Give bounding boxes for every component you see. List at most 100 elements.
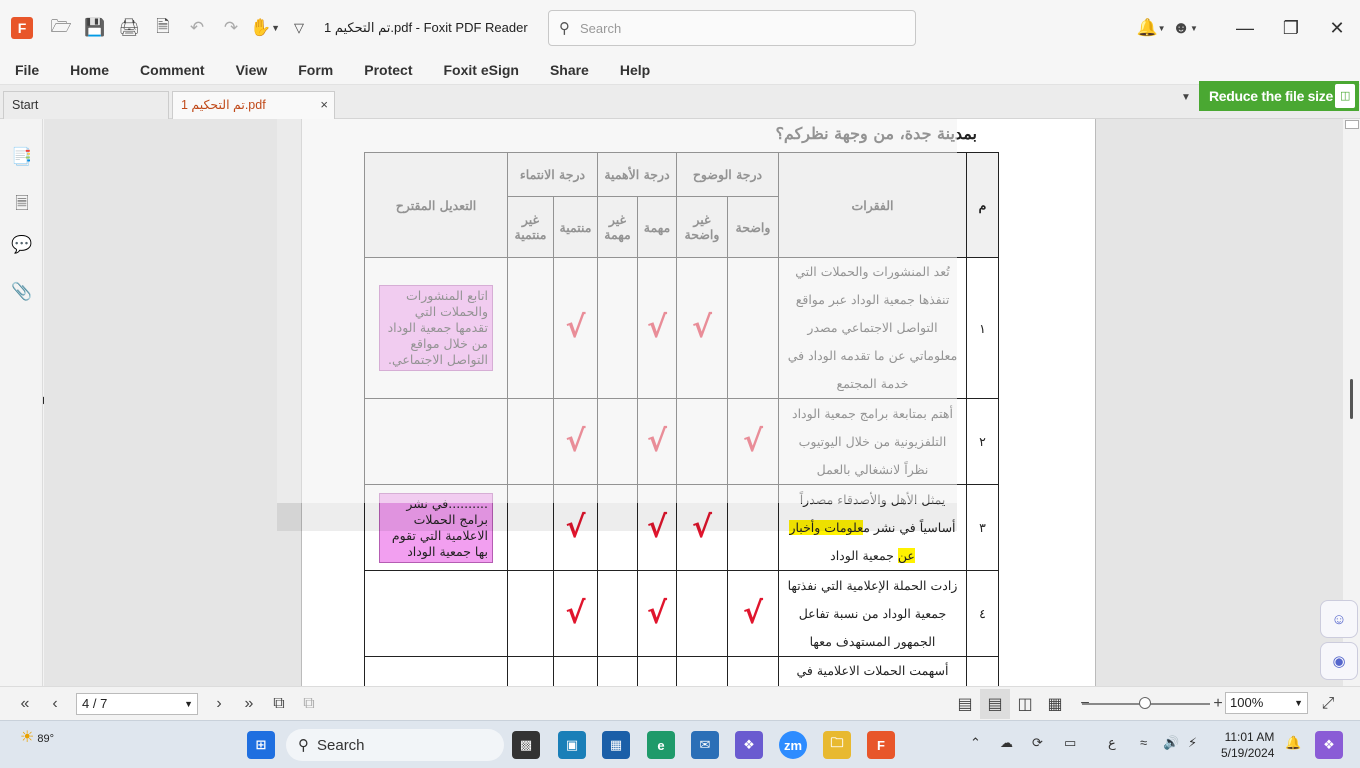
menu-view[interactable]: View [221, 56, 284, 85]
table-row: ٣ يمثل الأهل والأصدقاء مصدراً أساسياً في… [364, 484, 999, 571]
scroll-thumb[interactable] [1350, 379, 1353, 419]
cell-not-clear: √ [676, 257, 728, 399]
not-belongs-header: غير منتمية [507, 196, 554, 258]
single-page-icon[interactable]: ▤ [950, 689, 980, 719]
open-folder-icon[interactable]: 🗁 [44, 11, 78, 45]
zoom-app-icon[interactable]: zm [779, 731, 807, 759]
comments-icon[interactable]: 💬 [11, 235, 33, 257]
reduce-file-size-button[interactable]: Reduce the file size ◫ [1199, 81, 1359, 111]
search-box[interactable]: ⚲ [548, 10, 916, 46]
ai-assistant-icon[interactable]: ☺ [1320, 600, 1358, 638]
export-icon[interactable]: 🗎 [146, 11, 180, 45]
menu-file[interactable]: File [0, 56, 55, 85]
previous-page-icon[interactable]: ‹ [40, 689, 70, 719]
cell-not-important [597, 656, 638, 686]
menu-share[interactable]: Share [535, 56, 605, 85]
menu-protect[interactable]: Protect [349, 56, 428, 85]
wifi-icon[interactable]: ≈ [1140, 735, 1147, 750]
weather-widget[interactable]: ☀ 89° [20, 727, 54, 747]
show-hidden-icons-icon[interactable]: ⌃ [970, 735, 981, 751]
previous-view-icon[interactable]: ⧉ [264, 689, 294, 719]
zoom-select[interactable]: 100% ▼ [1225, 692, 1308, 714]
bookmark-icon[interactable]: 📑 [11, 147, 33, 169]
suggestion-note[interactable]: اتابع المنشورات والحملات التي تقدمها جمع… [379, 285, 493, 371]
scroll-up-icon[interactable] [1345, 120, 1359, 129]
file-explorer-icon[interactable]: 🗀 [823, 731, 851, 759]
cell-not-clear [676, 656, 728, 686]
account-icon[interactable]: ☻ ▼ [1168, 11, 1202, 45]
cell-suggestion [364, 570, 508, 657]
cell-important: √ [637, 484, 677, 571]
onedrive-icon[interactable]: ☁ [1000, 735, 1013, 751]
tab-list-chevron-icon[interactable]: ▼ [1181, 92, 1191, 103]
print-icon[interactable]: 🖨 [112, 11, 146, 45]
row-number: ٣ [966, 484, 999, 571]
pages-icon[interactable]: 🗏 [11, 191, 33, 213]
row-number: ٤ [966, 570, 999, 657]
first-page-icon[interactable]: « [10, 689, 40, 719]
ai-chat-icon[interactable]: ◉ [1320, 642, 1358, 680]
undo-icon[interactable]: ↶ [180, 11, 214, 45]
task-view-icon[interactable]: ▩ [512, 731, 540, 759]
cell-not-important [597, 484, 638, 571]
cell-not-important [597, 398, 638, 485]
hand-tool-icon[interactable]: ✋ ▼ [248, 11, 282, 45]
fit-page-icon[interactable]: ⤢ [1313, 689, 1343, 719]
zoom-slider-handle[interactable] [1139, 697, 1151, 709]
close-button[interactable]: ✕ [1314, 0, 1360, 56]
suggestion-note[interactable]: ..........في نشر برامج الحملات الاعلامية… [379, 492, 493, 563]
cell-important: √ [637, 570, 677, 657]
copilot-tray-icon[interactable]: ❖ [1315, 731, 1343, 759]
windows-start-icon[interactable]: ⊞ [247, 731, 275, 759]
attachment-icon[interactable]: 📎 [11, 282, 33, 304]
sync-icon[interactable]: ⟳ [1032, 735, 1043, 751]
next-view-icon[interactable]: ⧉ [294, 689, 324, 719]
page-number-field[interactable]: 4 / 7 ▼ [76, 692, 198, 715]
menu-foxit-esign[interactable]: Foxit eSign [428, 56, 534, 85]
facing-page-icon[interactable]: ◫ [1010, 689, 1040, 719]
desktop-app-icon[interactable]: ▣ [558, 731, 586, 759]
taskbar-search[interactable]: ⚲ Search [286, 729, 504, 761]
foxit-taskbar-icon[interactable]: F [867, 731, 895, 759]
continuous-facing-icon[interactable]: ▦ [1040, 689, 1070, 719]
menu-bar: File Home Comment View Form Protect Foxi… [0, 56, 1360, 85]
store-icon[interactable]: ▦ [602, 731, 630, 759]
tab-document[interactable]: تم التحكيم 1.pdf × [172, 91, 335, 119]
battery-icon[interactable]: ▭ [1064, 735, 1076, 751]
language-indicator[interactable]: ع [1108, 735, 1116, 751]
redo-icon[interactable]: ↷ [214, 11, 248, 45]
cell-belongs: √ [553, 257, 598, 399]
menu-home[interactable]: Home [55, 56, 125, 85]
col-suggestion-header: التعديل المقترح [364, 152, 508, 258]
cell-clear [727, 484, 779, 571]
copilot-icon[interactable]: ❖ [735, 731, 763, 759]
table-row: أسهمت الحملات الاعلامية في مواقع التواصل… [364, 656, 999, 686]
document-viewer[interactable]: بمدينة جدة، من وجهة نظركم؟ م الفقرات درج… [44, 119, 1343, 686]
zoom-value: 100% [1230, 695, 1264, 710]
customize-toolbar-icon[interactable]: ▽ [282, 11, 316, 45]
table-row: ٢ أهتم بمتابعة برامج جمعية الوداد التلفز… [364, 398, 999, 485]
continuous-page-icon[interactable]: ▤ [980, 689, 1010, 719]
volume-icon[interactable]: 🔊 [1163, 735, 1179, 751]
next-page-icon[interactable]: › [204, 689, 234, 719]
power-icon[interactable]: ⚡ [1188, 735, 1197, 751]
notification-icon[interactable]: 🔔 [1285, 735, 1301, 751]
clock[interactable]: 11:01 AM 5/19/2024 [1221, 729, 1274, 761]
search-input[interactable] [580, 20, 880, 36]
menu-help[interactable]: Help [605, 56, 666, 85]
save-icon[interactable]: 💾 [78, 11, 112, 45]
tab-document-label: تم التحكيم 1.pdf [181, 98, 266, 112]
foxit-logo-icon[interactable]: F [11, 17, 33, 39]
last-page-icon[interactable]: » [234, 689, 264, 719]
clock-time: 11:01 AM [1224, 730, 1275, 744]
restore-button[interactable]: ❐ [1268, 0, 1314, 56]
edge-browser-icon[interactable]: e [647, 731, 675, 759]
menu-comment[interactable]: Comment [125, 56, 221, 85]
tab-close-icon[interactable]: × [320, 92, 328, 118]
mail-icon[interactable]: ✉ [691, 731, 719, 759]
tab-start[interactable]: Start [3, 91, 169, 119]
bell-icon[interactable]: 🔔 ▼ [1134, 11, 1168, 45]
menu-form[interactable]: Form [283, 56, 349, 85]
cell-suggestion [364, 398, 508, 485]
minimize-button[interactable]: — [1222, 0, 1268, 56]
